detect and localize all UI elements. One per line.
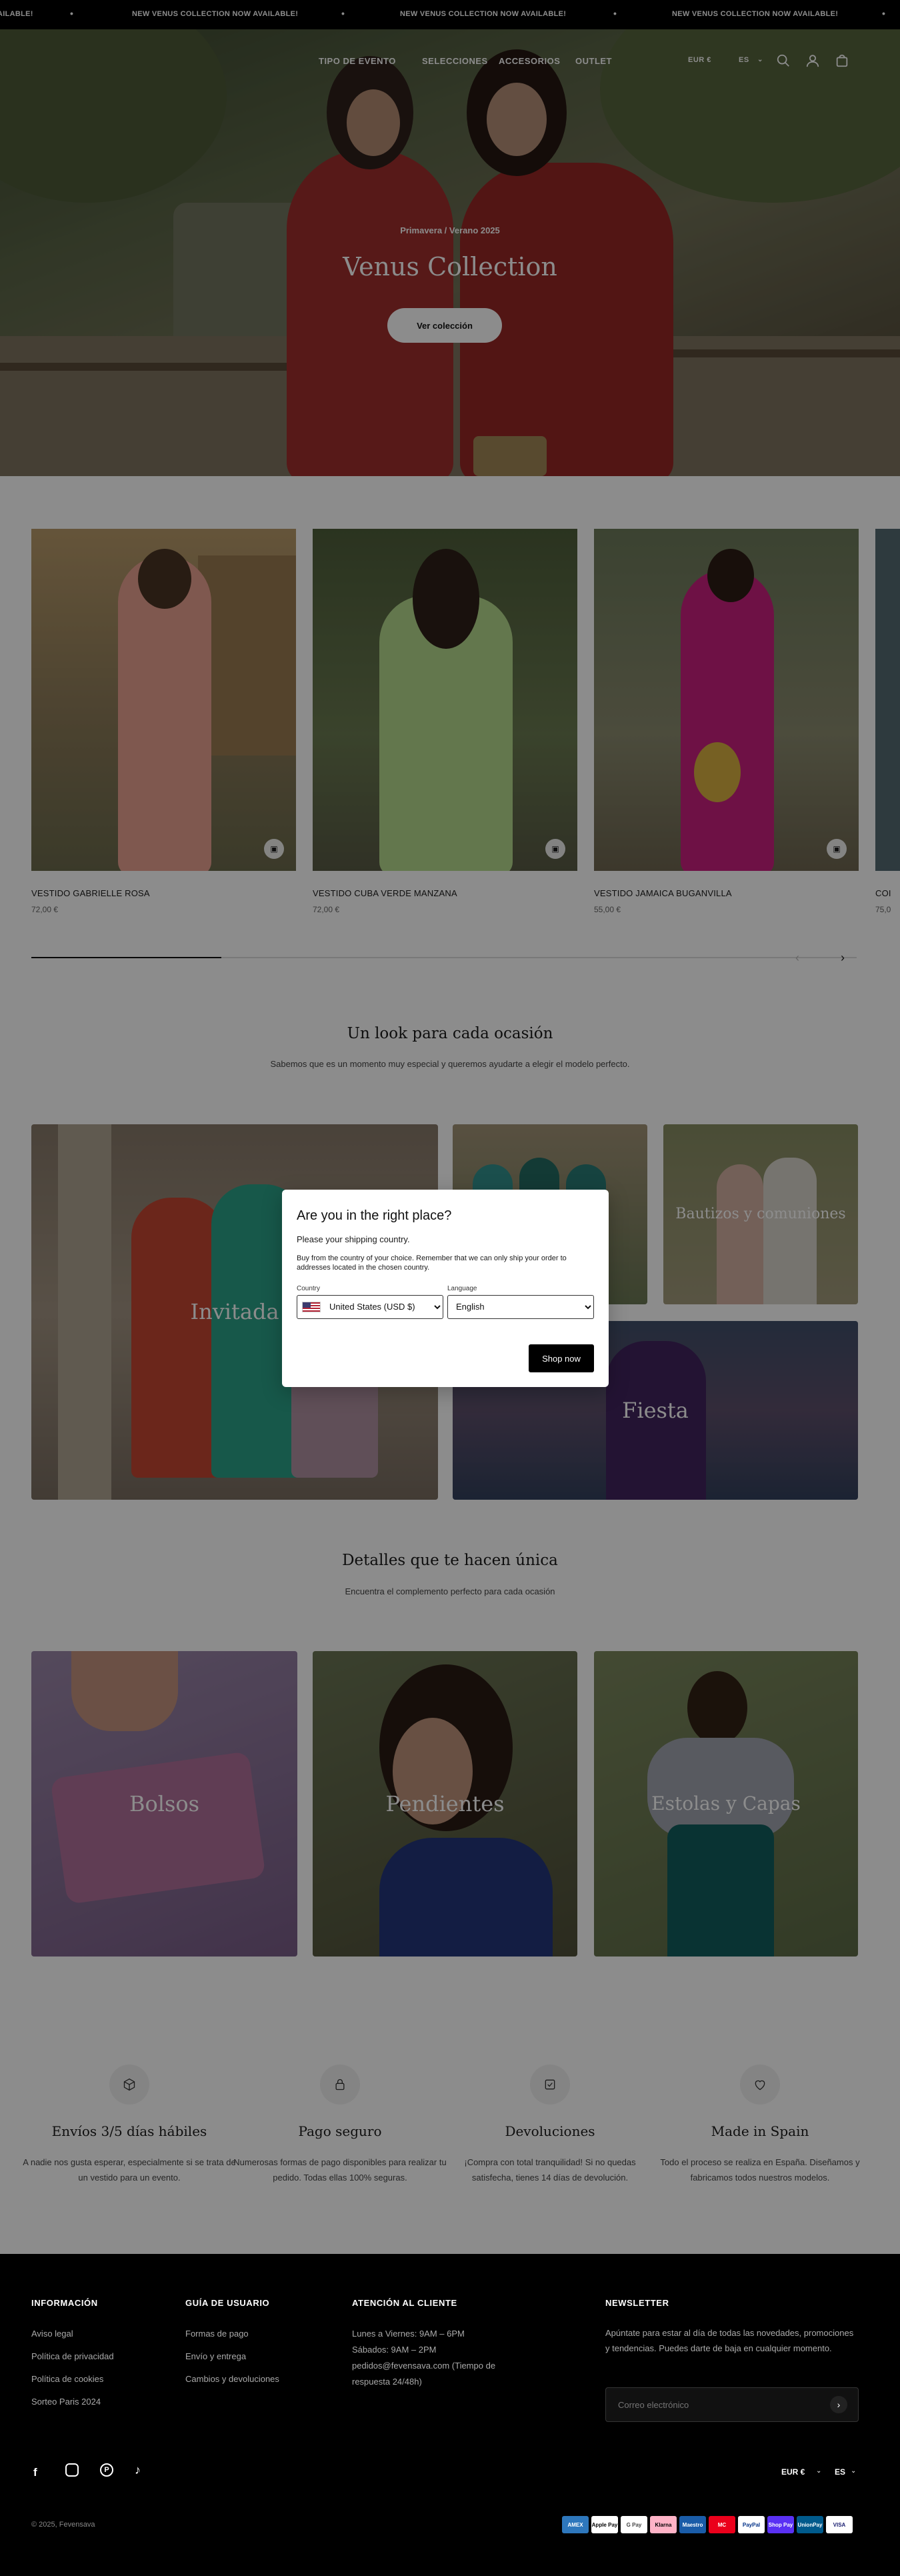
amex-icon: AMEX (562, 2516, 589, 2533)
country-label: Country (297, 1284, 321, 1292)
footer-heading: ATENCIÓN AL CLIENTE (352, 2298, 457, 2308)
modal-body: Buy from the country of your choice. Rem… (297, 1254, 567, 1272)
arrow-right-icon[interactable]: › (830, 2396, 847, 2413)
maestro-icon: Maestro (679, 2516, 706, 2533)
site-footer: INFORMACIÓN Aviso legal Política de priv… (0, 2254, 900, 2576)
instagram-icon[interactable] (65, 2463, 79, 2477)
footer-heading: NEWSLETTER (605, 2298, 669, 2308)
chevron-down-icon: ⌄ (851, 2467, 857, 2475)
unionpay-icon: UnionPay (797, 2516, 823, 2533)
mastercard-icon: MC (709, 2516, 735, 2533)
modal-subtitle: Please your shipping country. (297, 1234, 410, 1244)
footer-link[interactable]: Cambios y devoluciones (185, 2374, 279, 2384)
newsletter-email-input[interactable] (605, 2387, 859, 2422)
shop-now-button[interactable]: Shop now (529, 1344, 594, 1372)
paypal-icon: PayPal (738, 2516, 765, 2533)
copyright: © 2025, Fevensava (31, 2521, 95, 2529)
language-label: Language (447, 1284, 477, 1292)
footer-hours: Lunes a Viernes: 9AM – 6PM (352, 2329, 465, 2339)
us-flag-icon (302, 1301, 321, 1312)
pinterest-icon[interactable]: P (100, 2463, 113, 2477)
footer-link[interactable]: Envío y entrega (185, 2351, 246, 2361)
footer-link[interactable]: Aviso legal (31, 2329, 73, 2339)
footer-link[interactable]: Formas de pago (185, 2329, 249, 2339)
footer-link[interactable]: Sorteo Paris 2024 (31, 2397, 101, 2407)
newsletter-text: Apúntate para estar al día de todas las … (605, 2328, 854, 2353)
footer-email[interactable]: pedidos@fevensava.com (Tiempo de (352, 2361, 495, 2371)
footer-link[interactable]: Política de cookies (31, 2374, 103, 2384)
footer-hours: Sábados: 9AM – 2PM (352, 2345, 437, 2355)
visa-icon: VISA (826, 2516, 853, 2533)
language-select[interactable]: English (447, 1294, 594, 1319)
footer-link[interactable]: Política de privacidad (31, 2351, 114, 2361)
klarna-icon: Klarna (650, 2516, 677, 2533)
modal-title: Are you in the right place? (297, 1208, 452, 1223)
modal-backdrop[interactable] (0, 0, 900, 2254)
google-pay-icon: G Pay (621, 2516, 647, 2533)
tiktok-icon[interactable]: ♪ (135, 2463, 141, 2477)
footer-heading: GUÍA DE USUARIO (185, 2298, 270, 2308)
footer-response: respuesta 24/48h) (352, 2377, 422, 2387)
footer-currency-selector[interactable]: EUR € (781, 2467, 805, 2477)
shop-pay-icon: Shop Pay (767, 2516, 794, 2533)
facebook-icon[interactable]: f (33, 2466, 37, 2479)
apple-pay-icon: Apple Pay (591, 2516, 618, 2533)
footer-language-selector[interactable]: ES (835, 2467, 845, 2477)
chevron-down-icon: ⌄ (816, 2467, 822, 2475)
footer-heading: INFORMACIÓN (31, 2298, 98, 2308)
country-modal: Are you in the right place? Please your … (282, 1190, 609, 1387)
